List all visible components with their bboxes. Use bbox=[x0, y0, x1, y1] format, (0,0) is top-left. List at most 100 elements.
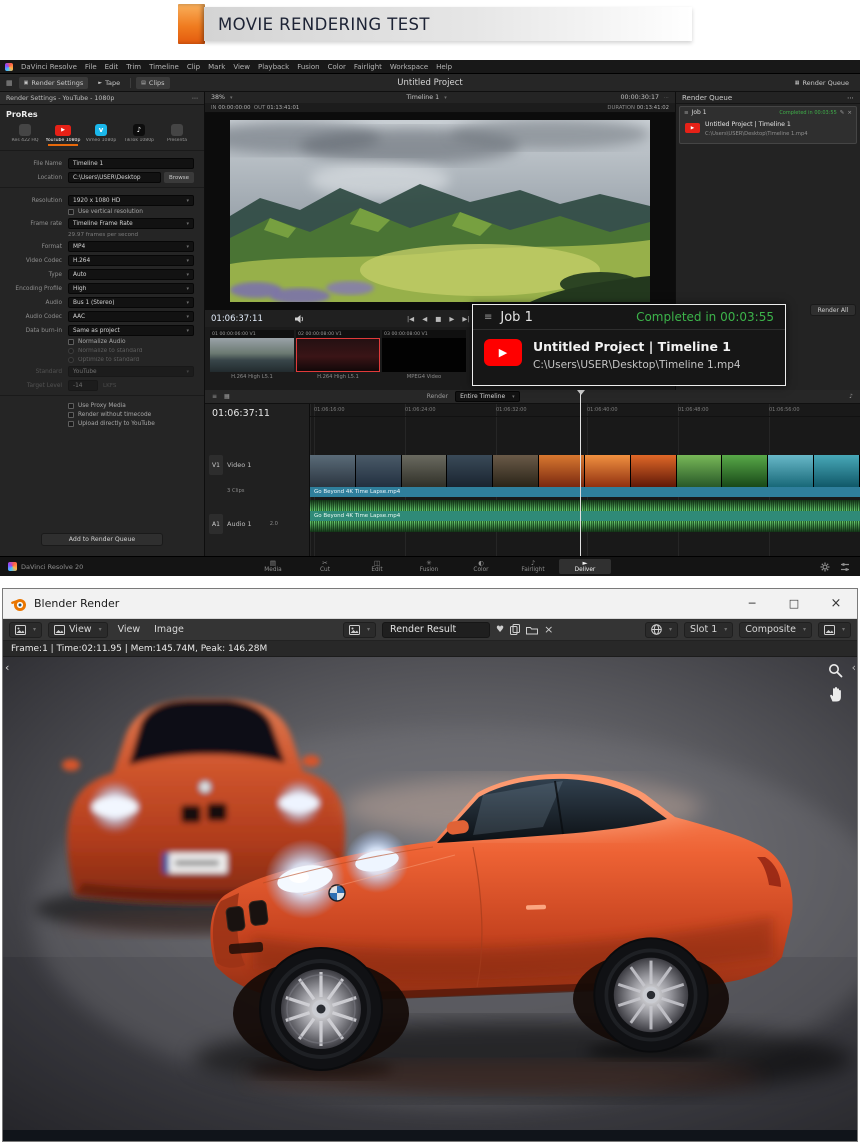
format-select[interactable]: MP4▾ bbox=[68, 241, 194, 252]
menu-fusion[interactable]: Fusion bbox=[297, 63, 319, 71]
render-job-card[interactable]: ≡ Job 1 Completed in 00:03:55 ✎ × ▶ Unti… bbox=[679, 106, 857, 144]
timeline-options-icon[interactable]: ≡ bbox=[212, 393, 217, 400]
optimize-standard-radio[interactable] bbox=[68, 357, 74, 363]
stop-button[interactable]: ■ bbox=[435, 315, 441, 323]
job-edit-icon[interactable]: ✎ bbox=[840, 110, 845, 116]
job-delete-icon[interactable]: × bbox=[847, 110, 852, 116]
render-queue-button[interactable]: ▦ Render Queue bbox=[790, 77, 854, 89]
tab-deliver[interactable]: ►Deliver bbox=[559, 559, 611, 574]
type-select[interactable]: Auto▾ bbox=[68, 269, 194, 280]
location-input[interactable]: C:\Users\USER\Desktop bbox=[68, 172, 161, 183]
add-to-render-queue-button[interactable]: Add to Render Queue bbox=[41, 533, 163, 546]
menu-view[interactable]: View bbox=[114, 624, 145, 635]
render-scope-select[interactable]: Entire Timeline ▾ bbox=[455, 391, 520, 402]
audio-codec-select[interactable]: AAC▾ bbox=[68, 311, 194, 322]
view-transform-dropdown[interactable]: ▾ bbox=[645, 622, 678, 638]
file-name-input[interactable]: Timeline 1 bbox=[68, 158, 194, 169]
pan-hand-icon[interactable] bbox=[828, 685, 844, 707]
sidebar-toggle-left-icon[interactable]: ‹ bbox=[5, 661, 9, 674]
tab-edit[interactable]: ◫Edit bbox=[351, 559, 403, 574]
vertical-resolution-checkbox[interactable] bbox=[68, 209, 74, 215]
video-codec-select[interactable]: H.264▾ bbox=[68, 255, 194, 266]
preset-prores[interactable]: Res 422 HQ bbox=[6, 122, 44, 146]
minimize-button[interactable]: ─ bbox=[731, 589, 773, 619]
editor-type-dropdown[interactable]: ▾ bbox=[9, 622, 42, 638]
playhead[interactable] bbox=[580, 390, 581, 556]
video-track-header[interactable]: V1 Video 1 bbox=[209, 455, 251, 475]
clip-1[interactable]: 01 00:00:06:00 V1 H.264 High L5.1 bbox=[210, 330, 294, 382]
render-settings-button[interactable]: ▣ Render Settings bbox=[19, 77, 89, 89]
audio-track-header[interactable]: A1 Audio 1 2.0 bbox=[209, 514, 278, 534]
video-clip[interactable] bbox=[310, 455, 860, 487]
preset-presentation[interactable]: Presenta bbox=[158, 122, 196, 146]
duplicate-icon[interactable] bbox=[510, 624, 520, 635]
pass-select[interactable]: Composite ▾ bbox=[739, 622, 812, 638]
close-button[interactable]: × bbox=[815, 589, 857, 619]
timeline-select[interactable]: Timeline 1 ▾ bbox=[406, 94, 446, 101]
preset-youtube[interactable]: ▶ YouTube 1080p bbox=[44, 122, 82, 146]
menu-view[interactable]: View bbox=[233, 63, 250, 71]
render-without-timecode-checkbox[interactable] bbox=[68, 412, 74, 418]
favorite-icon[interactable]: ♥ bbox=[496, 625, 504, 635]
display-channels-dropdown[interactable]: ▾ bbox=[818, 622, 851, 638]
skip-start-button[interactable]: |◀ bbox=[407, 315, 414, 323]
clip-3[interactable]: 03 00:00:08:00 V1 MPEG4 Video bbox=[382, 330, 466, 382]
audio-monitor-icon[interactable]: ♪ bbox=[849, 393, 853, 400]
frame-rate-select[interactable]: Timeline Frame Rate▾ bbox=[68, 218, 194, 229]
use-proxy-checkbox[interactable] bbox=[68, 403, 74, 409]
menu-trim[interactable]: Trim bbox=[126, 63, 141, 71]
slot-select[interactable]: Slot 1 ▾ bbox=[684, 622, 733, 638]
browse-image-dropdown[interactable]: ▾ bbox=[343, 622, 376, 638]
zoom-tool-icon[interactable] bbox=[828, 663, 843, 682]
timeline-tracks-area[interactable]: 01:06:16:00 01:06:24:00 01:06:32:00 01:0… bbox=[310, 404, 860, 556]
maximize-button[interactable]: □ bbox=[773, 589, 815, 619]
target-level-input[interactable]: -14 bbox=[68, 380, 98, 391]
viewer-stage[interactable] bbox=[205, 113, 675, 309]
menu-color[interactable]: Color bbox=[328, 63, 346, 71]
video-clip-name-bar[interactable]: Go Beyond 4K Time Lapse.mp4 bbox=[310, 487, 860, 497]
panel-toggle-icon[interactable]: ▦ bbox=[6, 79, 13, 87]
open-image-icon[interactable] bbox=[526, 625, 538, 635]
audio-select[interactable]: Bus 1 (Stereo)▾ bbox=[68, 297, 194, 308]
tab-color[interactable]: ◐Color bbox=[455, 559, 507, 574]
sidebar-toggle-right-icon[interactable]: ‹ bbox=[852, 661, 856, 674]
upload-youtube-checkbox[interactable] bbox=[68, 421, 74, 427]
audio-clip-name-bar[interactable]: Go Beyond 4K Time Lapse.mp4 bbox=[310, 511, 860, 521]
menu-playback[interactable]: Playback bbox=[258, 63, 289, 71]
timeline-view-icon[interactable]: ▦ bbox=[224, 393, 230, 400]
panel-options-icon[interactable]: ⋯ bbox=[192, 95, 198, 102]
settings-gear-icon[interactable] bbox=[820, 562, 830, 572]
clip-2[interactable]: 02 00:00:08:00 V1 H.264 High L5.1 bbox=[296, 330, 380, 382]
timeline-ruler[interactable]: 01:06:16:00 01:06:24:00 01:06:32:00 01:0… bbox=[310, 404, 860, 417]
play-button[interactable]: ▶ bbox=[449, 315, 454, 323]
render-viewport[interactable]: ‹ ‹ bbox=[3, 657, 857, 1130]
menu-edit[interactable]: Edit bbox=[105, 63, 119, 71]
normalize-audio-checkbox[interactable] bbox=[68, 339, 74, 345]
preset-tiktok[interactable]: ♪ TikTok 1080p bbox=[120, 122, 158, 146]
queue-options-icon[interactable]: ⋯ bbox=[847, 94, 854, 102]
burn-in-select[interactable]: Same as project▾ bbox=[68, 325, 194, 336]
image-name-field[interactable]: Render Result bbox=[382, 622, 490, 638]
menu-clip[interactable]: Clip bbox=[187, 63, 200, 71]
blender-titlebar[interactable]: Blender Render ─ □ × bbox=[3, 589, 857, 619]
tab-fusion[interactable]: ✳Fusion bbox=[403, 559, 455, 574]
clips-toggle[interactable]: ▤ Clips bbox=[136, 77, 169, 89]
viewer-options-icon[interactable]: ⋯ bbox=[664, 95, 669, 101]
tab-cut[interactable]: ✂Cut bbox=[299, 559, 351, 574]
tape-button[interactable]: ► Tape bbox=[93, 77, 125, 89]
resolution-select[interactable]: 1920 x 1080 HD▾ bbox=[68, 195, 194, 206]
menu-app[interactable]: DaVinci Resolve bbox=[21, 63, 77, 71]
normalize-standard-radio[interactable] bbox=[68, 348, 74, 354]
standard-select[interactable]: YouTube▾ bbox=[68, 366, 194, 377]
menu-timeline[interactable]: Timeline bbox=[149, 63, 179, 71]
tab-fairlight[interactable]: ♪Fairlight bbox=[507, 559, 559, 574]
menu-workspace[interactable]: Workspace bbox=[390, 63, 428, 71]
menu-image[interactable]: Image bbox=[150, 624, 188, 635]
skip-end-button[interactable]: ▶| bbox=[462, 315, 469, 323]
sliders-icon[interactable] bbox=[840, 562, 850, 572]
play-reverse-button[interactable]: ◀ bbox=[422, 315, 427, 323]
view-mode-dropdown[interactable]: View ▾ bbox=[48, 622, 108, 638]
menu-file[interactable]: File bbox=[85, 63, 97, 71]
render-all-button[interactable]: Render All bbox=[810, 304, 856, 316]
preset-vimeo[interactable]: v Vimeo 1080p bbox=[82, 122, 120, 146]
